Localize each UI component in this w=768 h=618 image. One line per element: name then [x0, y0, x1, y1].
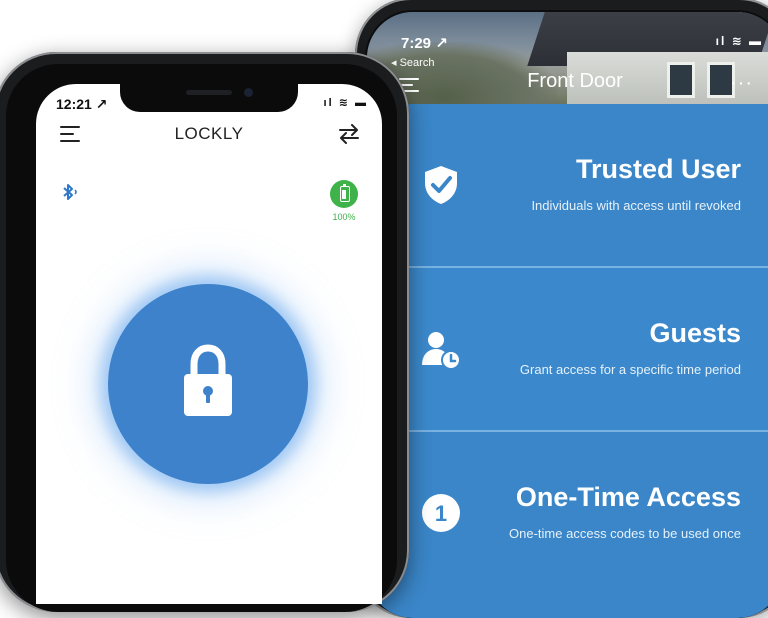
back-phone-screen: 7:29 ↗ ıl ≋ ▬ ◂ Search Front Door ··· Tr… — [367, 12, 768, 618]
back-to-search-link[interactable]: ◂ Search — [391, 56, 434, 69]
status-time: 12:21 ↗ — [56, 96, 108, 112]
front-status-bar: 12:21 ↗ ıl ≋ ▬ — [56, 96, 368, 114]
back-phone-device: 7:29 ↗ ıl ≋ ▬ ◂ Search Front Door ··· Tr… — [355, 0, 768, 618]
menu-item-subtitle: Grant access for a specific time period — [519, 362, 741, 377]
shield-check-icon — [425, 166, 457, 204]
menu-item-guests[interactable]: Guests Grant access for a specific time … — [367, 268, 768, 432]
user-clock-icon — [422, 332, 461, 370]
status-icons: ıl ≋ ▬ — [715, 34, 763, 48]
notch-speaker — [186, 90, 232, 95]
status-icons: ıl ≋ ▬ — [323, 97, 368, 109]
access-type-list: Trusted User Individuals with access unt… — [367, 104, 768, 594]
back-phone-bezel: 7:29 ↗ ıl ≋ ▬ ◂ Search Front Door ··· Tr… — [365, 10, 768, 618]
menu-item-subtitle: Individuals with access until revoked — [531, 198, 741, 213]
menu-item-title: Guests — [649, 318, 741, 348]
battery-percentage: 100% — [332, 212, 356, 222]
front-phone-screen: 12:21 ↗ ıl ≋ ▬ LOCKLY 100% — [36, 84, 382, 604]
page-title: Front Door — [527, 70, 623, 92]
padlock-icon — [184, 344, 232, 416]
app-title: LOCKLY — [174, 124, 244, 143]
menu-item-title: One-Time Access — [515, 482, 741, 512]
swap-arrows-icon[interactable] — [338, 124, 360, 144]
battery-icon — [330, 180, 358, 208]
menu-item-subtitle: One-time access codes to be used once — [509, 526, 741, 541]
back-status-bar: 7:29 ↗ ıl ≋ ▬ — [401, 34, 763, 52]
one-time-icon: 1 — [422, 494, 460, 532]
menu-item-trusted-user[interactable]: Trusted User Individuals with access unt… — [367, 104, 768, 268]
more-options-icon[interactable]: ··· — [730, 72, 753, 95]
menu-item-one-time-access[interactable]: 1 One-Time Access One-time access codes … — [367, 432, 768, 594]
status-time: 7:29 ↗ — [401, 35, 448, 52]
menu-item-title: Trusted User — [575, 154, 741, 184]
bluetooth-icon[interactable] — [60, 182, 80, 202]
one-time-icon-digit: 1 — [435, 501, 447, 526]
